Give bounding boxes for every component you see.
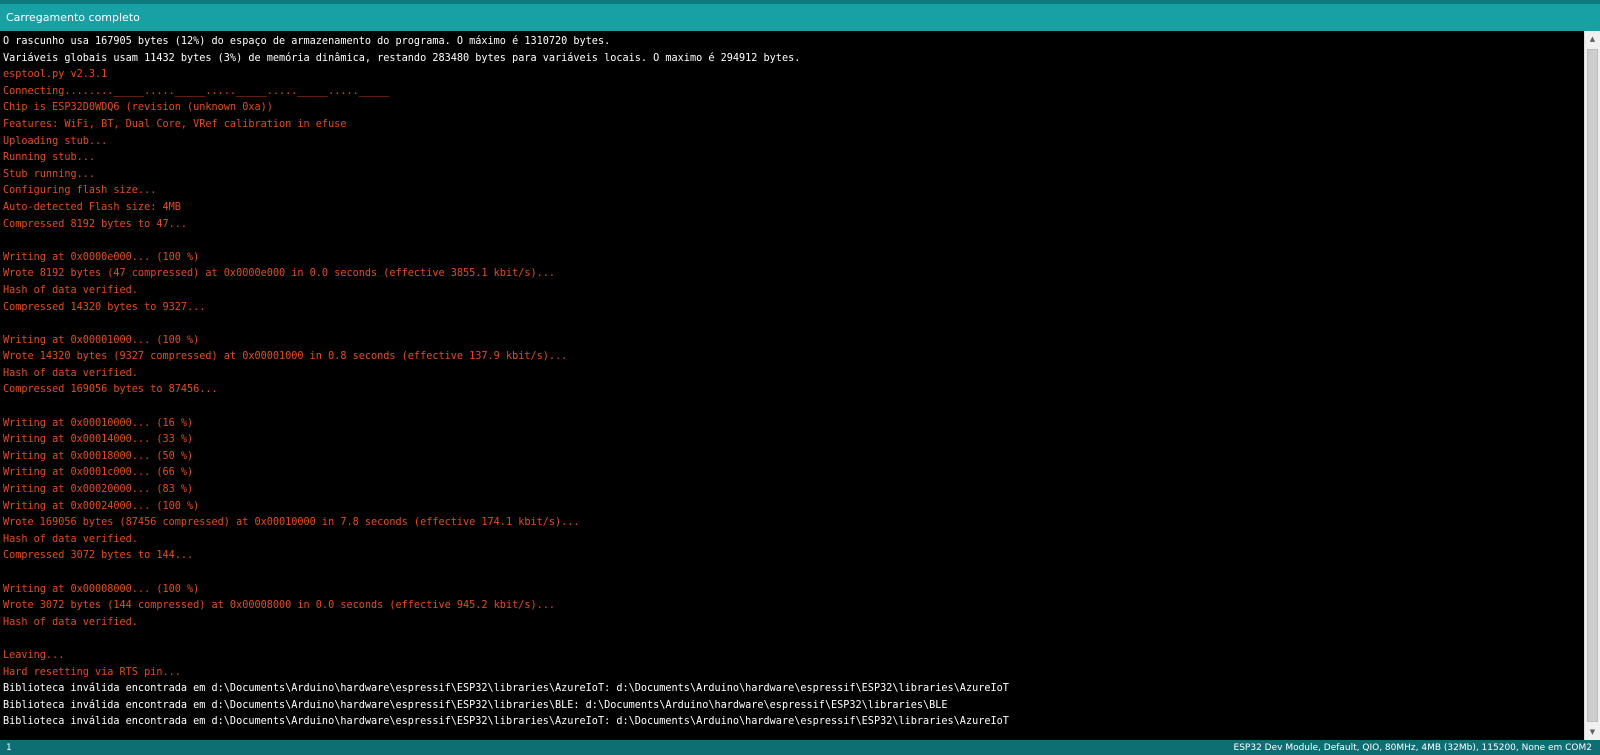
console-line: Writing at 0x00001000... (100 %): [3, 334, 200, 346]
console-line: esptool.py v2.3.1: [3, 69, 108, 81]
console-line: Hash of data verified.: [3, 533, 138, 545]
console-line: Auto-detected Flash size: 4MB: [3, 201, 181, 213]
footer-bar: 1 ESP32 Dev Module, Default, QIO, 80MHz,…: [0, 740, 1600, 755]
console-line: Compressed 14320 bytes to 9327...: [3, 301, 206, 313]
console-line: Uploading stub...: [3, 135, 108, 147]
scrollbar-thumb[interactable]: [1587, 49, 1598, 722]
console-line: Running stub...: [3, 152, 96, 164]
console-line: Compressed 169056 bytes to 87456...: [3, 384, 218, 396]
status-message: Carregamento completo: [6, 11, 140, 24]
console-line: Biblioteca inválida encontrada em d:\Doc…: [3, 716, 1009, 728]
console-line: Stub running...: [3, 168, 96, 180]
console-line: Hash of data verified.: [3, 616, 138, 628]
console-line: Wrote 169056 bytes (87456 compressed) at…: [3, 517, 580, 529]
console-line: Hash of data verified.: [3, 284, 138, 296]
console-line: Features: WiFi, BT, Dual Core, VRef cali…: [3, 118, 347, 130]
console-line: Configuring flash size...: [3, 185, 157, 197]
console-line: Writing at 0x00008000... (100 %): [3, 583, 200, 595]
console-line: Writing at 0x0000e000... (100 %): [3, 251, 200, 263]
console-lines: O rascunho usa 167905 bytes (12%) do esp…: [0, 31, 1584, 731]
console-output[interactable]: O rascunho usa 167905 bytes (12%) do esp…: [0, 31, 1584, 740]
console-line: Biblioteca inválida encontrada em d:\Doc…: [3, 683, 1009, 695]
console-line: Writing at 0x00024000... (100 %): [3, 500, 200, 512]
console-line: O rascunho usa 167905 bytes (12%) do esp…: [3, 36, 611, 47]
console-line: Connecting........_____....._____.....__…: [3, 85, 390, 97]
console-line: Variáveis globais usam 11432 bytes (3%) …: [3, 52, 801, 64]
chevron-down-icon: ▼: [1589, 728, 1596, 736]
board-info: ESP32 Dev Module, Default, QIO, 80MHz, 4…: [1233, 742, 1592, 753]
console-line: Wrote 14320 bytes (9327 compressed) at 0…: [3, 351, 568, 363]
vertical-scrollbar[interactable]: ▲ ▼: [1584, 31, 1600, 740]
line-number: 1: [6, 742, 12, 753]
console-line: Wrote 8192 bytes (47 compressed) at 0x00…: [3, 268, 556, 280]
console-line: Writing at 0x00010000... (16 %): [3, 417, 194, 429]
console-line: Writing at 0x0001c000... (66 %): [3, 467, 194, 479]
console-line: Compressed 8192 bytes to 47...: [3, 218, 188, 230]
scroll-up-button[interactable]: ▲: [1585, 31, 1600, 47]
console-line: Writing at 0x00014000... (33 %): [3, 434, 194, 446]
console-line: Hash of data verified.: [3, 367, 138, 379]
console-line: Chip is ESP32D0WDQ6 (revision (unknown 0…: [3, 102, 273, 114]
console-line: Wrote 3072 bytes (144 compressed) at 0x0…: [3, 600, 556, 612]
chevron-up-icon: ▲: [1589, 35, 1596, 43]
scroll-down-button[interactable]: ▼: [1585, 724, 1600, 740]
console-line: Writing at 0x00018000... (50 %): [3, 450, 194, 462]
console-line: Writing at 0x00020000... (83 %): [3, 484, 194, 496]
console-line: Leaving...: [3, 649, 65, 661]
console-line: Biblioteca inválida encontrada em d:\Doc…: [3, 699, 948, 711]
console-line: Compressed 3072 bytes to 144...: [3, 550, 194, 562]
arduino-ide-output-window: Carregamento completo O rascunho usa 167…: [0, 0, 1600, 755]
console-line: Hard resetting via RTS pin...: [3, 666, 181, 678]
status-bar: Carregamento completo: [0, 4, 1600, 31]
